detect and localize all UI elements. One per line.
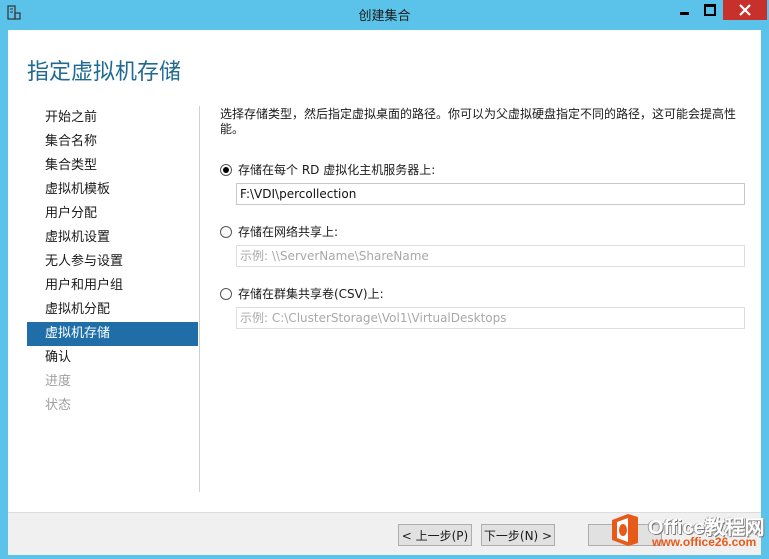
- previous-button[interactable]: < 上一步(P): [398, 524, 472, 546]
- option-csv-label: 存储在群集共享卷(CSV)上:: [238, 287, 384, 301]
- step-item[interactable]: 虚拟机分配: [27, 298, 198, 322]
- option-csv[interactable]: 存储在群集共享卷(CSV)上:: [220, 285, 384, 302]
- watermark-url: www.office26.com: [652, 535, 757, 549]
- wizard-content: 指定虚拟机存储 开始之前 集合名称 集合类型 虚拟机模板 用户分配 虚拟机设置 …: [8, 30, 761, 512]
- radio-local-storage[interactable]: [220, 163, 232, 176]
- share-path-input: [236, 245, 745, 267]
- step-item[interactable]: 虚拟机设置: [27, 226, 198, 250]
- radio-network-share[interactable]: [220, 225, 232, 238]
- option-network-share[interactable]: 存储在网络共享上:: [220, 223, 338, 240]
- step-item[interactable]: 用户和用户组: [27, 274, 198, 298]
- office-logo-icon: [606, 512, 642, 548]
- step-item: 状态: [45, 398, 72, 413]
- radio-csv[interactable]: [220, 287, 232, 300]
- step-item-current[interactable]: 虚拟机存储: [27, 322, 198, 346]
- step-item[interactable]: 确认: [27, 346, 198, 370]
- close-icon[interactable]: [723, 0, 767, 20]
- option-local-label: 存储在每个 RD 虚拟化主机服务器上:: [238, 163, 436, 177]
- page-title: 指定虚拟机存储: [27, 60, 182, 85]
- watermark: Office教程网 www.office26.com: [596, 509, 768, 555]
- step-item[interactable]: 无人参与设置: [27, 250, 198, 274]
- step-item[interactable]: 用户分配: [27, 202, 198, 226]
- step-item[interactable]: 开始之前: [27, 106, 198, 130]
- minimize-icon[interactable]: [671, 0, 697, 20]
- step-item[interactable]: 集合名称: [27, 130, 198, 154]
- step-item[interactable]: 集合类型: [27, 154, 198, 178]
- page-description: 选择存储类型，然后指定虚拟桌面的路径。你可以为父虚拟硬盘指定不同的路径，这可能会…: [220, 107, 737, 136]
- title-bar: 创建集合: [0, 0, 769, 28]
- divider: [199, 106, 200, 492]
- csv-path-input: [236, 307, 745, 329]
- option-local-storage[interactable]: 存储在每个 RD 虚拟化主机服务器上:: [220, 161, 435, 178]
- next-button[interactable]: 下一步(N) >: [481, 524, 555, 546]
- step-item: 进度: [45, 374, 72, 389]
- maximize-icon[interactable]: [697, 0, 723, 20]
- wizard-steps: 开始之前 集合名称 集合类型 虚拟机模板 用户分配 虚拟机设置 无人参与设置 用…: [27, 106, 198, 418]
- step-item[interactable]: 虚拟机模板: [27, 178, 198, 202]
- window-title: 创建集合: [358, 9, 411, 24]
- option-share-label: 存储在网络共享上:: [238, 225, 339, 239]
- local-path-input[interactable]: [236, 183, 745, 205]
